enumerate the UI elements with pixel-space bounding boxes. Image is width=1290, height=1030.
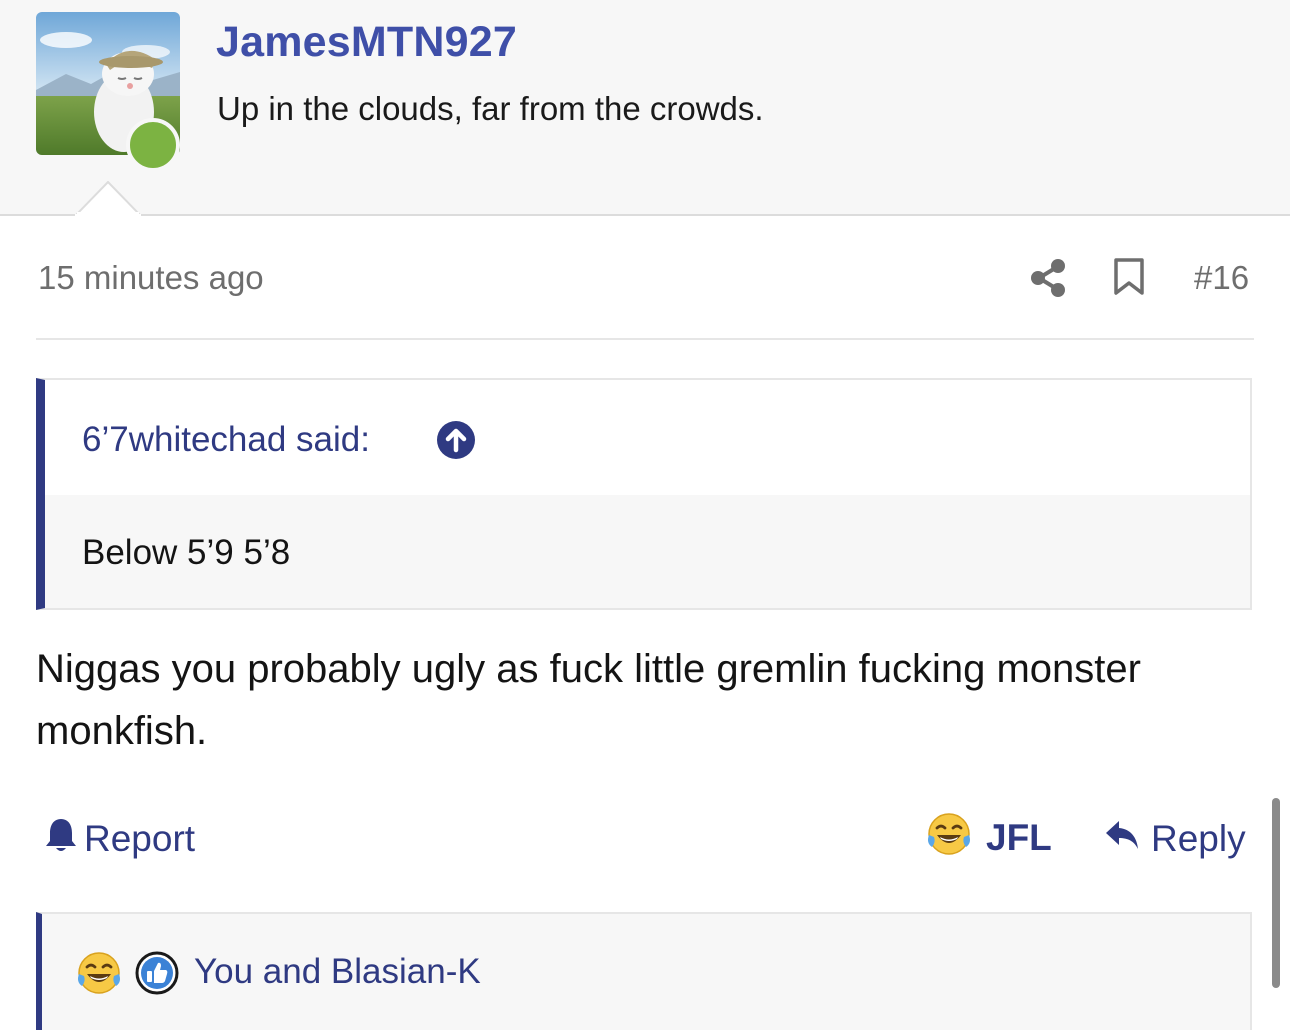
- notch-gap: [77, 212, 139, 216]
- laughing-crying-emoji-icon: [76, 950, 122, 1001]
- user-title: Up in the clouds, far from the crowds.: [217, 90, 764, 127]
- reaction-icons: [76, 950, 180, 1001]
- reply-arrow-icon: [1103, 818, 1141, 861]
- report-label: Report: [84, 818, 196, 859]
- quote-header: 6’7whitechad said:: [45, 380, 1250, 495]
- reply-button[interactable]: Reply: [1103, 815, 1246, 863]
- reply-label: Reply: [1151, 818, 1246, 859]
- laughing-crying-emoji-icon: [926, 811, 972, 866]
- scrollbar[interactable]: [1272, 798, 1280, 988]
- bell-icon: [44, 816, 78, 863]
- username-link[interactable]: JamesMTN927: [216, 18, 517, 67]
- post-number-link[interactable]: #16: [1194, 259, 1249, 297]
- quote-attribution[interactable]: 6’7whitechad said:: [82, 420, 370, 460]
- thumbs-up-icon: [134, 950, 180, 1001]
- post-timestamp[interactable]: 15 minutes ago: [38, 259, 264, 297]
- quote-text: Below 5’9 5’8: [82, 533, 291, 572]
- online-status-indicator: [126, 118, 180, 172]
- arrow-up-circle-icon[interactable]: [437, 421, 475, 459]
- jfl-reaction-button[interactable]: JFL: [926, 811, 1052, 866]
- message-body: Niggas you probably ugly as fuck little …: [36, 647, 1141, 753]
- author-block: JamesMTN927 Up in the clouds, far from t…: [0, 0, 1290, 216]
- message-arrow: [75, 181, 141, 216]
- quote-content: Below 5’9 5’8: [45, 495, 1250, 608]
- share-icon[interactable]: [1030, 259, 1066, 297]
- reaction-users-link[interactable]: You and Blasian-K: [194, 952, 481, 992]
- divider: [36, 338, 1254, 340]
- jfl-label: JFL: [986, 817, 1052, 858]
- report-button[interactable]: Report: [44, 815, 195, 863]
- bookmark-icon[interactable]: [1113, 258, 1145, 296]
- reactions-bar[interactable]: You and Blasian-K: [36, 912, 1252, 1030]
- quote-block: 6’7whitechad said: Below 5’9 5’8: [36, 378, 1252, 610]
